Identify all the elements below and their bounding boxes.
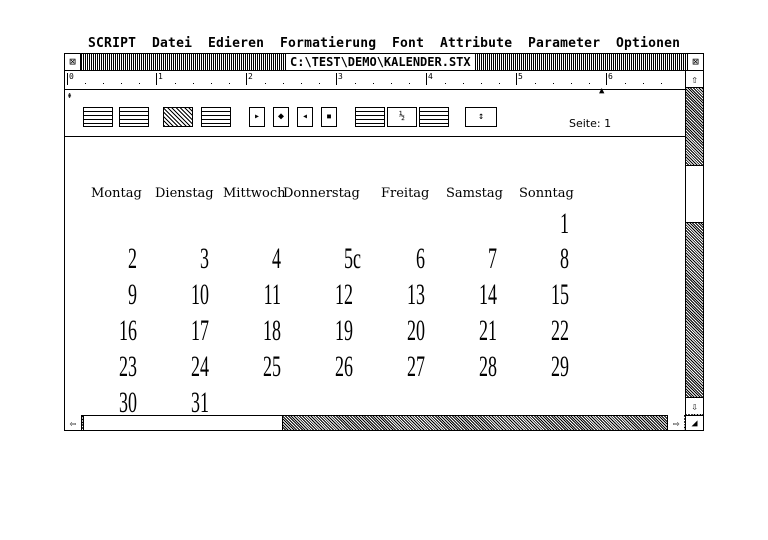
tab-left-icon[interactable]: ◂: [297, 107, 313, 127]
menu-edieren[interactable]: Edieren: [208, 36, 264, 51]
vertical-scroll-thumb[interactable]: [686, 165, 703, 223]
horizontal-scrollbar[interactable]: ⇦ ⇨: [65, 415, 685, 430]
calendar-day: 21: [479, 314, 497, 347]
calendar-day: 22: [551, 314, 569, 347]
window-title: C:\TEST\DEMO\KALENDER.STX: [286, 54, 475, 70]
calendar-day: 16: [119, 314, 137, 347]
calendar-day: 10: [191, 278, 209, 311]
calendar-day: 31: [191, 386, 209, 416]
calendar-day: 23: [119, 350, 137, 383]
ruler-number: 6: [608, 72, 613, 81]
horizontal-scroll-thumb[interactable]: [83, 416, 283, 430]
align-center-button[interactable]: [163, 107, 193, 127]
menu-optionen[interactable]: Optionen: [616, 36, 680, 51]
line-height-icon[interactable]: ↕: [465, 107, 497, 127]
calendar-day: 13: [407, 278, 425, 311]
ruler-number: 0: [69, 72, 74, 81]
calendar-day: 24: [191, 350, 209, 383]
calendar-day: 30: [119, 386, 137, 416]
calendar-day: 26: [335, 350, 353, 383]
calendar-day: 5c: [344, 242, 361, 275]
weekday-label: Samstag: [446, 186, 503, 201]
menu-datei[interactable]: Datei: [152, 36, 192, 51]
calendar-day: 18: [263, 314, 281, 347]
weekday-label: Sonntag: [519, 186, 574, 201]
vertical-scrollbar[interactable]: ⇧ ⇩: [685, 71, 703, 415]
calendar-day: 14: [479, 278, 497, 311]
weekday-label: Montag: [91, 186, 142, 201]
document-window: ⊠ C:\TEST\DEMO\KALENDER.STX ⊠ 0 1 2 3 4 …: [64, 53, 704, 431]
calendar-day: 6: [416, 242, 425, 275]
menu-script[interactable]: SCRIPT: [88, 36, 136, 51]
menu-attribute[interactable]: Attribute: [440, 36, 512, 51]
resize-box-icon[interactable]: ◢: [685, 415, 703, 430]
ruler-number: 5: [518, 72, 523, 81]
spacing-single-button[interactable]: [355, 107, 385, 127]
ruler-number: 4: [428, 72, 433, 81]
spacing-double-button[interactable]: [419, 107, 449, 127]
menu-formatierung[interactable]: Formatierung: [280, 36, 376, 51]
calendar-day: 12: [335, 278, 353, 311]
align-right-button[interactable]: [119, 107, 149, 127]
calendar-day: 19: [335, 314, 353, 347]
menu-bar: SCRIPT Datei Edieren Formatierung Font A…: [66, 35, 706, 53]
arrow-right-icon[interactable]: ⇨: [667, 415, 684, 430]
align-left-button[interactable]: [83, 107, 113, 127]
calendar-day: 7: [488, 242, 497, 275]
ruler-number: 2: [248, 72, 253, 81]
arrow-down-icon[interactable]: ⇩: [686, 397, 703, 414]
tab-decimal-icon[interactable]: ◆: [273, 107, 289, 127]
weekday-label: Freitag: [381, 186, 430, 201]
calendar-day: 20: [407, 314, 425, 347]
page-number-label: Seite: 1: [569, 117, 612, 130]
spacing-half-icon[interactable]: ½: [387, 107, 417, 127]
calendar-day: 4: [272, 242, 281, 275]
calendar-day: 11: [263, 278, 281, 311]
tab-center-icon[interactable]: ▪: [321, 107, 337, 127]
calendar-day: 15: [551, 278, 569, 311]
calendar-day: 29: [551, 350, 569, 383]
justify-button[interactable]: [201, 107, 231, 127]
ruler-number: 1: [158, 72, 163, 81]
ruler[interactable]: 0 1 2 3 4 5 6: [65, 71, 685, 90]
calendar-day: 28: [479, 350, 497, 383]
arrow-up-icon[interactable]: ⇧: [686, 71, 703, 88]
weekday-label: Donnerstag: [283, 186, 360, 201]
ruler-number: 3: [338, 72, 343, 81]
document-area[interactable]: Montag Dienstag Mittwoch Donnerstag Frei…: [65, 137, 685, 415]
calendar-day: 8: [560, 242, 569, 275]
menu-font[interactable]: Font: [392, 36, 424, 51]
weekday-label: Dienstag: [155, 186, 214, 201]
calendar-day: 3: [200, 242, 209, 275]
indent-marker-icon[interactable]: ⇞: [67, 91, 72, 101]
close-box-icon[interactable]: ⊠: [65, 54, 81, 70]
arrow-left-icon[interactable]: ⇦: [65, 415, 82, 430]
format-toolbar: ⇞ ▲ ▸ ◆ ◂ ▪ ½ ↕ Seite: 1: [65, 86, 685, 137]
calendar-day: 9: [128, 278, 137, 311]
title-bar[interactable]: ⊠ C:\TEST\DEMO\KALENDER.STX ⊠: [65, 54, 703, 71]
tab-marker-icon[interactable]: ▲: [599, 86, 604, 96]
calendar-day: 17: [191, 314, 209, 347]
calendar-day: 25: [263, 350, 281, 383]
tab-right-icon[interactable]: ▸: [249, 107, 265, 127]
fullsize-box-icon[interactable]: ⊠: [687, 54, 703, 70]
calendar-day: 2: [128, 242, 137, 275]
calendar-day: 1: [560, 207, 569, 240]
weekday-label: Mittwoch: [223, 186, 286, 201]
menu-parameter[interactable]: Parameter: [528, 36, 600, 51]
calendar-day: 27: [407, 350, 425, 383]
